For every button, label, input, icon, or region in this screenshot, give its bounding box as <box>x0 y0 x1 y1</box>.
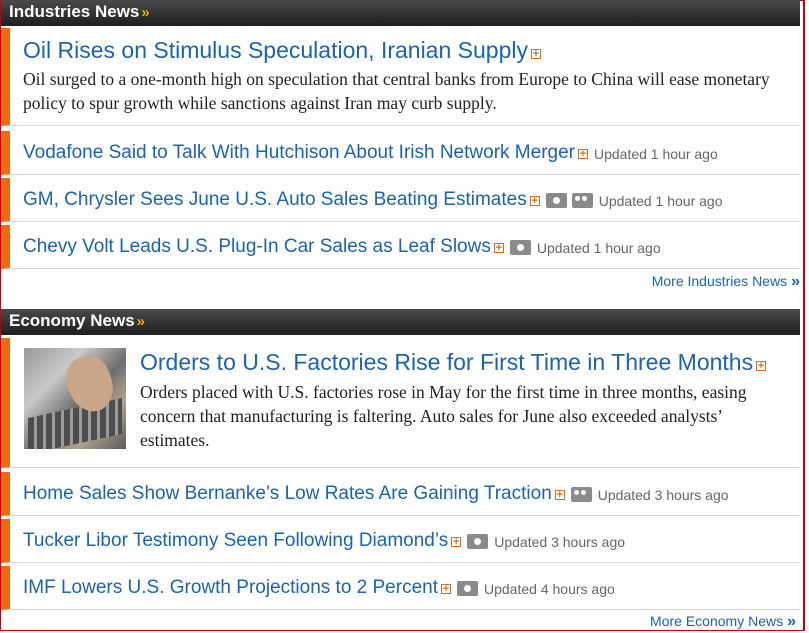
story-thumbnail-image[interactable] <box>24 348 126 449</box>
expand-plus-icon[interactable]: + <box>756 360 767 371</box>
list-item: Vodafone Said to Talk With Hutchison Abo… <box>1 131 800 175</box>
expand-plus-icon[interactable]: + <box>577 148 588 159</box>
list-item: Chevy Volt Leads U.S. Plug-In Car Sales … <box>1 225 800 269</box>
story-headline-link[interactable]: Tucker Libor Testimony Seen Following Di… <box>23 530 448 551</box>
camera-icon[interactable] <box>509 240 531 256</box>
list-item: IMF Lowers U.S. Growth Projections to 2 … <box>1 566 800 610</box>
industries-news-title: Industries News <box>9 2 140 21</box>
economy-lead-story: Orders to U.S. Factories Rise for First … <box>1 338 800 468</box>
list-item: GM, Chrysler Sees June U.S. Auto Sales B… <box>1 178 800 222</box>
camera-icon[interactable] <box>467 534 489 550</box>
economy-lead-headline[interactable]: Orders to U.S. Factories Rise for First … <box>140 349 753 375</box>
camera-icon[interactable] <box>457 581 478 597</box>
story-headline-link[interactable]: Vodafone Said to Talk With Hutchison Abo… <box>23 142 575 163</box>
expand-plus-icon[interactable]: + <box>451 536 462 547</box>
story-headline-link[interactable]: IMF Lowers U.S. Growth Projections to 2 … <box>23 577 438 598</box>
video-icon[interactable] <box>571 193 593 209</box>
updated-timestamp: Updated 1 hour ago <box>593 145 718 162</box>
updated-timestamp: Updated 1 hour ago <box>536 239 661 256</box>
industries-news-header[interactable]: Industries News» <box>1 0 800 26</box>
list-item: Tucker Libor Testimony Seen Following Di… <box>1 519 800 563</box>
industries-lead-summary: Oil surged to a one-month high on specul… <box>23 69 770 113</box>
story-headline-link[interactable]: Chevy Volt Leads U.S. Plug-In Car Sales … <box>23 236 491 257</box>
expand-plus-icon[interactable]: + <box>493 242 504 253</box>
economy-news-header[interactable]: Economy News» <box>1 309 800 335</box>
video-icon[interactable] <box>570 487 592 503</box>
more-economy-news-link[interactable]: More Economy News» <box>650 613 796 631</box>
expand-plus-icon[interactable]: + <box>441 583 451 594</box>
economy-lead-summary: Orders placed with U.S. factories rose i… <box>140 382 747 450</box>
story-headline-link[interactable]: Home Sales Show Bernanke’s Low Rates Are… <box>23 483 552 504</box>
double-chevron-right-icon: » <box>791 273 800 290</box>
updated-timestamp: Updated 3 hours ago <box>597 486 729 503</box>
camera-icon[interactable] <box>545 193 567 209</box>
thumbnail-machinery <box>28 398 122 449</box>
expand-plus-icon[interactable]: + <box>530 48 541 59</box>
more-industries-news-label: More Industries News <box>651 273 788 289</box>
industries-lead-story: Oil Rises on Stimulus Speculation, Irani… <box>1 28 800 126</box>
expand-plus-icon[interactable]: + <box>529 195 540 206</box>
more-industries-news-link[interactable]: More Industries News» <box>652 273 800 291</box>
updated-timestamp: Updated 4 hours ago <box>484 580 615 597</box>
updated-timestamp: Updated 3 hours ago <box>494 533 626 550</box>
economy-news-title: Economy News <box>9 311 135 330</box>
more-economy-news-label: More Economy News <box>650 613 784 629</box>
chevron-right-icon: » <box>136 313 145 330</box>
chevron-right-icon: » <box>141 4 150 21</box>
story-headline-link[interactable]: GM, Chrysler Sees June U.S. Auto Sales B… <box>23 189 527 210</box>
list-item: Home Sales Show Bernanke’s Low Rates Are… <box>1 472 800 516</box>
expand-plus-icon[interactable]: + <box>554 489 565 500</box>
updated-timestamp: Updated 1 hour ago <box>598 192 723 209</box>
double-chevron-right-icon: » <box>787 613 796 630</box>
industries-lead-headline[interactable]: Oil Rises on Stimulus Speculation, Irani… <box>23 37 528 63</box>
